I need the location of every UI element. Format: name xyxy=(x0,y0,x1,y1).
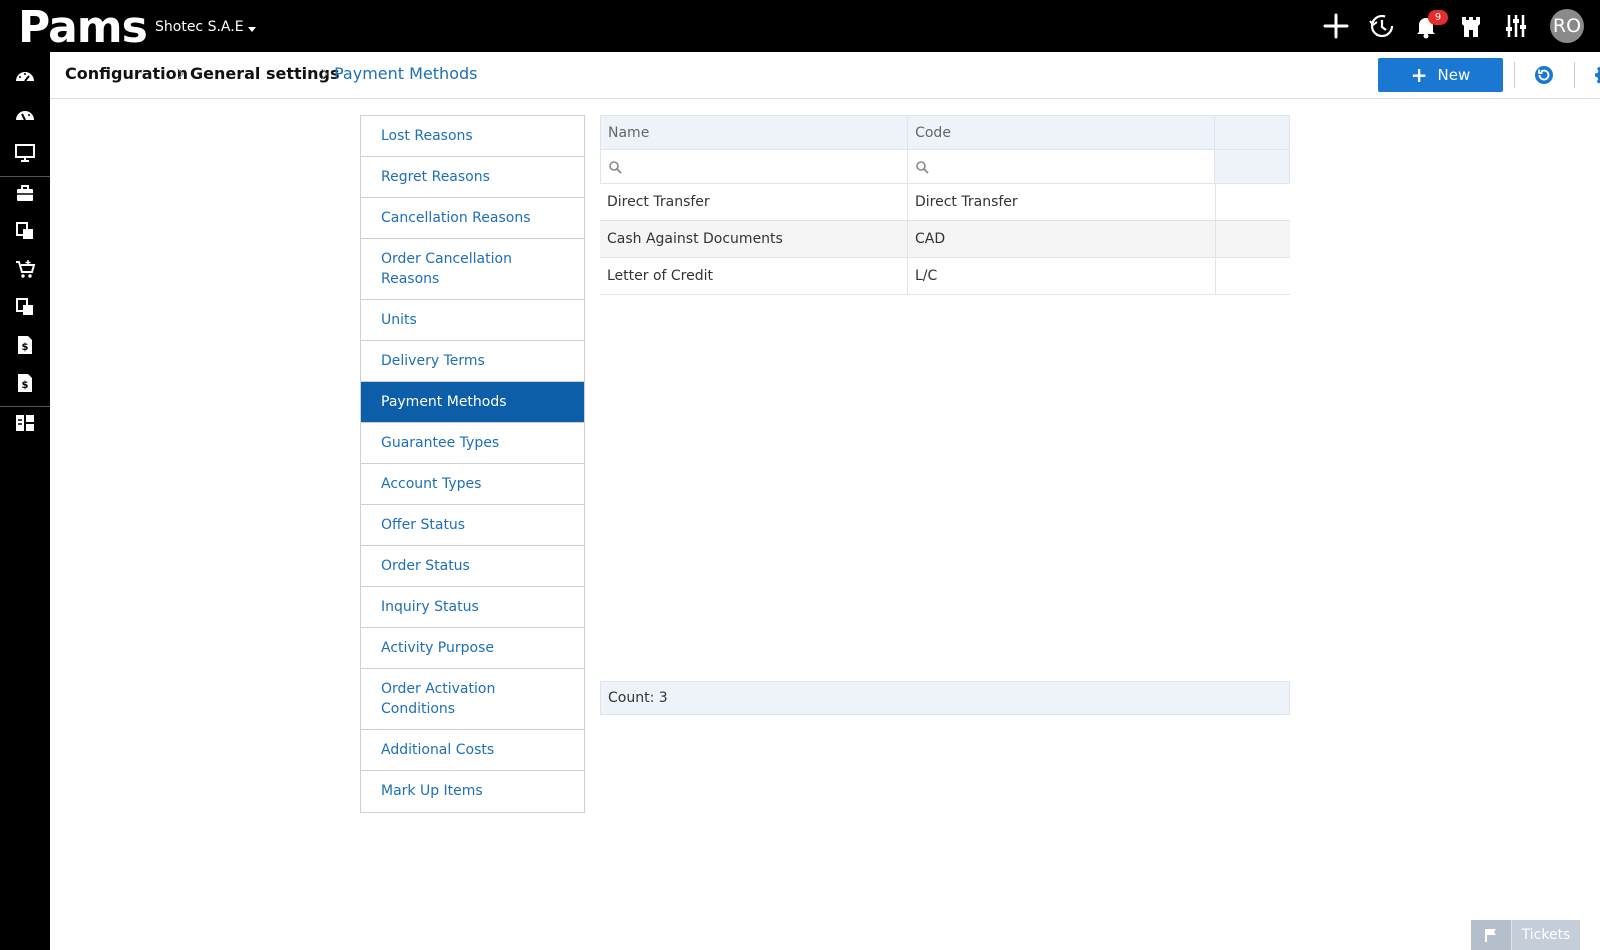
settings-item-regret-reasons[interactable]: Regret Reasons xyxy=(361,157,584,198)
cell-name: Letter of Credit xyxy=(600,258,908,294)
sliders-icon[interactable] xyxy=(1501,11,1531,41)
flag-icon xyxy=(1471,920,1512,950)
invoice-dollar-icon[interactable]: $ xyxy=(0,364,50,402)
search-icon xyxy=(916,160,929,174)
settings-item-guarantee-types[interactable]: Guarantee Types xyxy=(361,423,584,464)
settings-item-account-types[interactable]: Account Types xyxy=(361,464,584,505)
refresh-icon[interactable] xyxy=(1532,63,1556,87)
table-row[interactable]: Letter of Credit L/C xyxy=(600,258,1290,295)
settings-item-activity-purpose[interactable]: Activity Purpose xyxy=(361,628,584,669)
tickets-label: Tickets xyxy=(1521,927,1571,943)
settings-item-additional-costs[interactable]: Additional Costs xyxy=(361,730,584,771)
plus-icon[interactable] xyxy=(1321,11,1351,41)
grid-header-row: Name Code xyxy=(600,115,1290,150)
settings-item-cancellation-reasons[interactable]: Cancellation Reasons xyxy=(361,198,584,239)
code-filter-input[interactable] xyxy=(908,150,1216,183)
search-icon xyxy=(609,160,622,174)
layout-grid-icon[interactable] xyxy=(0,404,50,442)
invoice-dollar-icon[interactable]: $ xyxy=(0,326,50,364)
table-row[interactable]: Cash Against Documents CAD xyxy=(600,221,1290,258)
cart-icon[interactable] xyxy=(0,250,50,288)
settings-item-order-cancellation-reasons[interactable]: Order Cancellation Reasons xyxy=(361,239,584,300)
settings-item-payment-methods[interactable]: Payment Methods xyxy=(361,382,584,423)
briefcase-icon[interactable] xyxy=(0,174,50,212)
toolbar-divider xyxy=(1574,62,1575,88)
column-header-actions xyxy=(1215,116,1289,149)
settings-item-mark-up-items[interactable]: Mark Up Items xyxy=(361,771,584,812)
cell-name: Cash Against Documents xyxy=(600,221,908,257)
cell-name: Direct Transfer xyxy=(600,184,908,220)
settings-item-order-activation-conditions[interactable]: Order Activation Conditions xyxy=(361,669,584,730)
chevron-down-icon[interactable] xyxy=(248,27,256,32)
cell-code: Direct Transfer xyxy=(908,184,1216,220)
column-header-code[interactable]: Code xyxy=(908,116,1216,149)
dashboard-icon[interactable] xyxy=(0,58,50,96)
tickets-button[interactable]: Tickets xyxy=(1471,920,1580,950)
cell-actions xyxy=(1216,184,1290,220)
cell-code: L/C xyxy=(908,258,1216,294)
notification-badge: 9 xyxy=(1428,10,1448,25)
svg-text:$: $ xyxy=(22,380,29,391)
history-icon[interactable] xyxy=(1367,11,1397,41)
breadcrumb-configuration[interactable]: Configuration xyxy=(65,63,188,85)
column-header-name[interactable]: Name xyxy=(601,116,909,149)
settings-item-offer-status[interactable]: Offer Status xyxy=(361,505,584,546)
toolbar-divider xyxy=(1514,62,1515,88)
top-bar: Pams Shotec S.A.E 9 RO xyxy=(0,0,1600,52)
cell-actions xyxy=(1216,258,1290,294)
documents-icon[interactable] xyxy=(0,212,50,250)
speedometer-icon[interactable] xyxy=(0,96,50,134)
documents-icon[interactable] xyxy=(0,288,50,326)
plus-icon: + xyxy=(1410,63,1428,87)
grid-count-footer: Count: 3 xyxy=(600,681,1290,715)
filter-actions-cell xyxy=(1215,150,1289,183)
settings-list: Lost Reasons Regret Reasons Cancellation… xyxy=(360,115,585,813)
monitor-icon[interactable] xyxy=(0,134,50,172)
gear-icon[interactable] xyxy=(1593,63,1600,87)
left-sidebar: $ $ xyxy=(0,52,50,950)
settings-item-units[interactable]: Units xyxy=(361,300,584,341)
page-header: Configuration General settings Payment M… xyxy=(50,52,1600,99)
new-button[interactable]: + New xyxy=(1378,58,1503,92)
logo-text: Pams xyxy=(18,2,148,53)
cell-code: CAD xyxy=(908,221,1216,257)
cell-actions xyxy=(1216,221,1290,257)
app-logo[interactable]: Pams xyxy=(10,6,148,50)
settings-item-lost-reasons[interactable]: Lost Reasons xyxy=(361,116,584,157)
settings-item-order-status[interactable]: Order Status xyxy=(361,546,584,587)
new-button-label: New xyxy=(1437,66,1471,84)
breadcrumb-current: Payment Methods xyxy=(334,64,478,83)
table-row[interactable]: Direct Transfer Direct Transfer xyxy=(600,184,1290,221)
settings-item-delivery-terms[interactable]: Delivery Terms xyxy=(361,341,584,382)
grid-filter-row xyxy=(600,150,1290,184)
name-filter-input[interactable] xyxy=(601,150,909,183)
settings-item-inquiry-status[interactable]: Inquiry Status xyxy=(361,587,584,628)
avatar[interactable]: RO xyxy=(1550,9,1584,43)
svg-text:$: $ xyxy=(22,342,29,353)
company-selector[interactable]: Shotec S.A.E xyxy=(155,18,244,36)
castle-icon[interactable] xyxy=(1456,11,1486,41)
